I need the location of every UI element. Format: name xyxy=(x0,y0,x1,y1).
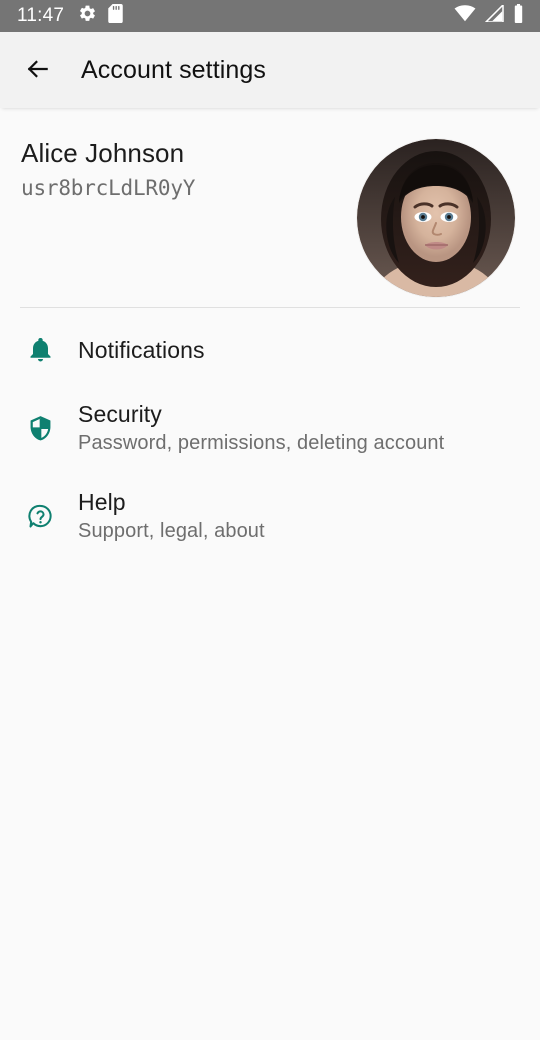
settings-item-title: Notifications xyxy=(78,337,205,363)
status-bar: 11:47 xyxy=(0,0,540,32)
battery-icon xyxy=(513,4,524,28)
wifi-icon xyxy=(454,5,476,27)
app-bar: Account settings xyxy=(0,32,540,108)
section-divider xyxy=(20,307,520,308)
back-button[interactable] xyxy=(24,56,52,84)
settings-item-security[interactable]: Security Password, permissions, deleting… xyxy=(0,378,540,478)
user-avatar-photo xyxy=(357,139,515,297)
settings-item-title: Help xyxy=(78,489,126,515)
settings-item-text: Notifications xyxy=(78,335,227,365)
settings-item-subtitle: Support, legal, about xyxy=(78,520,265,542)
shield-icon xyxy=(26,414,54,442)
settings-item-text: Help Support, legal, about xyxy=(78,487,287,545)
settings-item-notifications[interactable]: Notifications xyxy=(0,322,540,378)
status-clock: 11:47 xyxy=(17,5,65,26)
page-title: Account settings xyxy=(81,55,267,84)
profile-name: Alice Johnson xyxy=(21,138,185,168)
profile-user-id: usr8brcLdLR0yY xyxy=(21,176,196,200)
profile-header[interactable]: Alice Johnson usr8brcLdLR0yY xyxy=(0,108,540,307)
profile-text-block: Alice Johnson usr8brcLdLR0yY xyxy=(21,136,195,202)
settings-list: Notifications Security Password, permiss… xyxy=(0,322,540,554)
settings-item-help[interactable]: Help Support, legal, about xyxy=(0,478,540,554)
settings-item-title: Security xyxy=(78,401,162,427)
phone-screen: 11:47 Account settings Alice Johnson usr… xyxy=(0,0,540,1040)
sd-card-icon xyxy=(108,4,123,28)
settings-item-text: Security Password, permissions, deleting… xyxy=(78,399,466,457)
status-bar-left-icons xyxy=(78,4,123,28)
arrow-left-icon xyxy=(25,56,51,85)
cellular-signal-icon xyxy=(484,3,504,27)
help-bubble-icon xyxy=(26,502,54,530)
bell-icon xyxy=(26,336,54,364)
status-bar-right-icons xyxy=(454,3,528,28)
gear-icon xyxy=(78,4,97,28)
settings-item-subtitle: Password, permissions, deleting account xyxy=(78,432,445,454)
avatar[interactable] xyxy=(357,139,515,297)
